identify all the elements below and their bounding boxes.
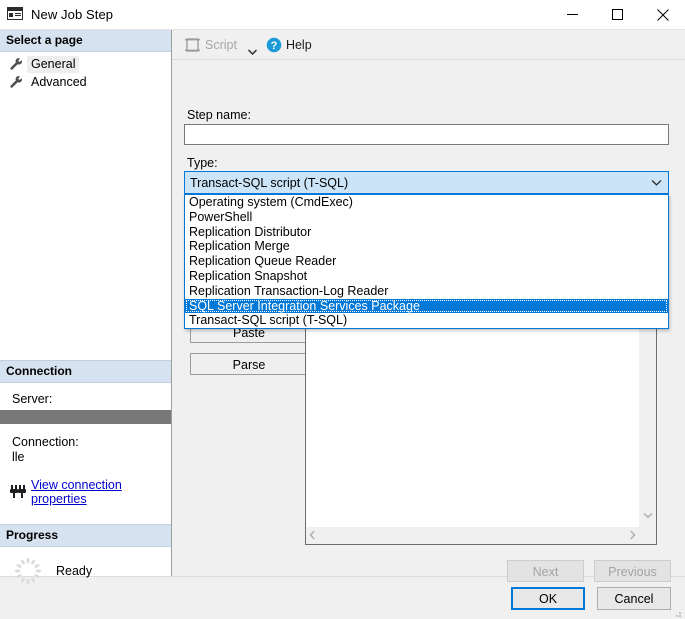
progress-header: Progress	[0, 524, 171, 547]
svg-text:?: ?	[271, 40, 278, 52]
dropdown-option-highlighted[interactable]: SQL Server Integration Services Package	[185, 298, 668, 314]
dropdown-option[interactable]: PowerShell	[185, 210, 668, 225]
script-button[interactable]: Script	[181, 34, 240, 56]
script-label: Script	[205, 37, 237, 52]
step-name-input[interactable]	[184, 124, 669, 145]
view-connection-properties-link[interactable]: View connection properties	[31, 478, 171, 506]
chevron-down-icon[interactable]	[644, 179, 668, 186]
ok-button[interactable]: OK	[511, 586, 585, 610]
server-value-redacted	[0, 410, 171, 424]
parse-button[interactable]: Parse	[190, 353, 308, 375]
chevron-left-icon[interactable]	[309, 527, 316, 545]
wrench-icon	[8, 56, 24, 72]
connection-section: Connection Server: Connection: lle View …	[0, 360, 171, 506]
page-list: General Advanced	[0, 52, 171, 91]
new-job-step-dialog: New Job Step Select a page General Advan…	[0, 0, 685, 619]
sidebar-item-general[interactable]: General	[0, 55, 171, 73]
help-question-icon: ?	[266, 37, 282, 53]
navigation-buttons: Next Previous	[507, 560, 671, 582]
sidebar-item-advanced-label: Advanced	[31, 74, 87, 89]
chevron-down-icon[interactable]	[247, 42, 258, 55]
scrollbar-corner	[639, 527, 656, 544]
dropdown-option[interactable]: Replication Distributor	[185, 225, 668, 240]
close-icon[interactable]	[640, 0, 685, 29]
wrench-icon	[8, 74, 24, 90]
minimize-icon[interactable]	[550, 0, 595, 29]
plug-connector-icon	[9, 484, 27, 500]
toolbar: Script ? Help	[172, 30, 685, 60]
sidebar-item-advanced[interactable]: Advanced	[0, 73, 171, 91]
chevron-down-icon[interactable]	[642, 506, 653, 527]
help-button[interactable]: ? Help	[263, 34, 315, 56]
connection-header: Connection	[0, 360, 171, 383]
dialog-body: Select a page General Advanced Connectio…	[0, 29, 685, 584]
title-bar: New Job Step	[0, 0, 685, 29]
progress-section: Progress Ready	[0, 524, 171, 585]
connection-value: lle	[12, 450, 25, 464]
chevron-right-icon[interactable]	[629, 527, 636, 545]
window-controls	[550, 0, 685, 29]
server-label: Server:	[12, 392, 53, 406]
maximize-icon[interactable]	[595, 0, 640, 29]
resize-grip[interactable]	[672, 606, 682, 617]
select-a-page-header: Select a page	[0, 30, 171, 52]
dropdown-option[interactable]: Replication Queue Reader	[185, 254, 668, 269]
left-pane: Select a page General Advanced Connectio…	[0, 30, 172, 584]
progress-status: Ready	[56, 564, 93, 578]
dropdown-option[interactable]: Replication Transaction-Log Reader	[185, 284, 668, 299]
type-dropdown-list[interactable]: Operating system (CmdExec) PowerShell Re…	[184, 194, 669, 330]
script-icon	[184, 37, 202, 53]
spinner-ring-icon	[14, 557, 42, 585]
help-label: Help	[285, 37, 312, 52]
right-pane: Script ? Help Step name: Type: Transact-…	[172, 30, 685, 582]
dropdown-option[interactable]: Replication Merge	[185, 239, 668, 254]
dialog-window-icon	[7, 6, 24, 23]
type-combobox[interactable]: Transact-SQL script (T-SQL)	[184, 171, 669, 194]
step-name-label: Step name:	[187, 108, 251, 122]
dropdown-option[interactable]: Replication Snapshot	[185, 269, 668, 284]
horizontal-scrollbar[interactable]	[306, 527, 639, 544]
dropdown-option[interactable]: Operating system (CmdExec)	[185, 195, 668, 210]
sidebar-item-general-label: General	[27, 55, 80, 73]
previous-button[interactable]: Previous	[594, 560, 671, 582]
type-combobox-value: Transact-SQL script (T-SQL)	[190, 175, 349, 190]
cancel-button[interactable]: Cancel	[597, 586, 671, 610]
type-label: Type:	[187, 156, 218, 170]
window-title: New Job Step	[31, 7, 114, 22]
next-button[interactable]: Next	[507, 560, 584, 582]
dropdown-option[interactable]: Transact-SQL script (T-SQL)	[185, 313, 668, 328]
connection-label: Connection:	[12, 435, 79, 449]
